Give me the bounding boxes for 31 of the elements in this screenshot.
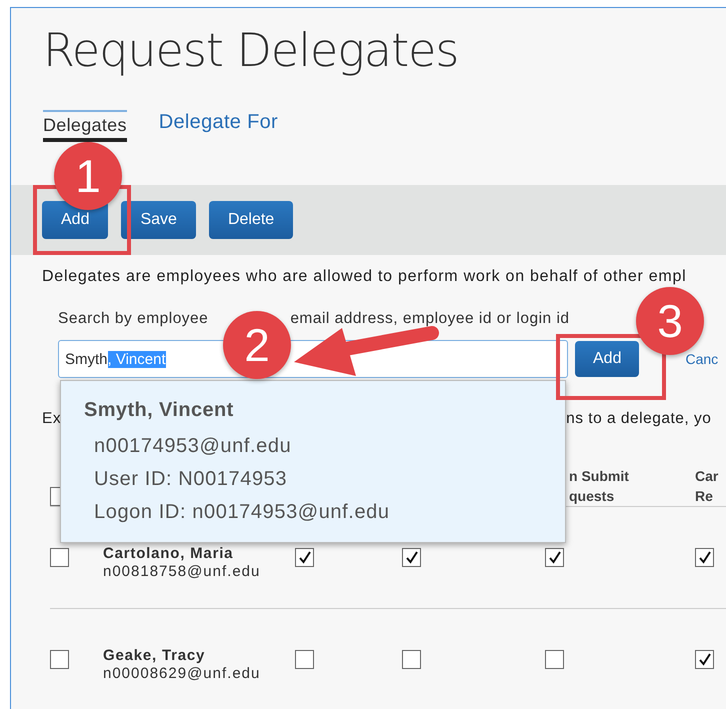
column-header: n Submit quests — [568, 467, 630, 506]
delegate-name: Geake, Tracy — [103, 647, 206, 664]
suggestion-dropdown[interactable]: Smyth, Vincent n00174953@unf.edu User ID: N00174953 Logon ID: n00174953@unf.edu — [60, 380, 566, 543]
checkbox[interactable] — [545, 548, 564, 567]
add-button[interactable]: Add — [575, 341, 640, 377]
delegate-email: n00818758@unf.edu — [103, 563, 262, 580]
suggestion-detail: n00174953@unf.edu — [93, 434, 292, 459]
tab[interactable]: Delegate For — [158, 110, 278, 134]
suggestion-detail: User ID: N00174953 — [93, 467, 288, 492]
suggestion-name: Smyth, Vincent — [84, 399, 235, 422]
checkbox[interactable] — [545, 650, 564, 669]
page-title: Request Delegates — [42, 22, 460, 78]
checkbox[interactable] — [295, 548, 314, 567]
note-text: ns to a delegate, yo — [566, 410, 712, 428]
toolbar-button[interactable]: Delete — [208, 201, 294, 239]
toolbar-button[interactable]: Save — [121, 201, 196, 239]
checkbox[interactable] — [695, 548, 714, 567]
checkbox[interactable] — [695, 650, 714, 669]
column-header: Car Re — [695, 467, 720, 506]
search-label: Search by employee — [58, 310, 208, 328]
checkbox[interactable] — [50, 548, 69, 567]
delegate-name: Cartolano, Maria — [103, 545, 234, 562]
checkbox[interactable] — [295, 650, 314, 669]
checkbox[interactable] — [50, 650, 69, 669]
checkbox[interactable] — [402, 548, 421, 567]
note-text: Ex — [42, 410, 62, 428]
search-label: email address, employee id or login id — [290, 310, 570, 328]
suggestion-detail: Logon ID: n00174953@unf.edu — [93, 500, 391, 525]
delegate-email: n00008629@unf.edu — [103, 665, 262, 682]
checkbox[interactable] — [402, 650, 421, 669]
description-text: Delegates are employees who are allowed to perform work on behalf of other empl — [41, 267, 688, 287]
